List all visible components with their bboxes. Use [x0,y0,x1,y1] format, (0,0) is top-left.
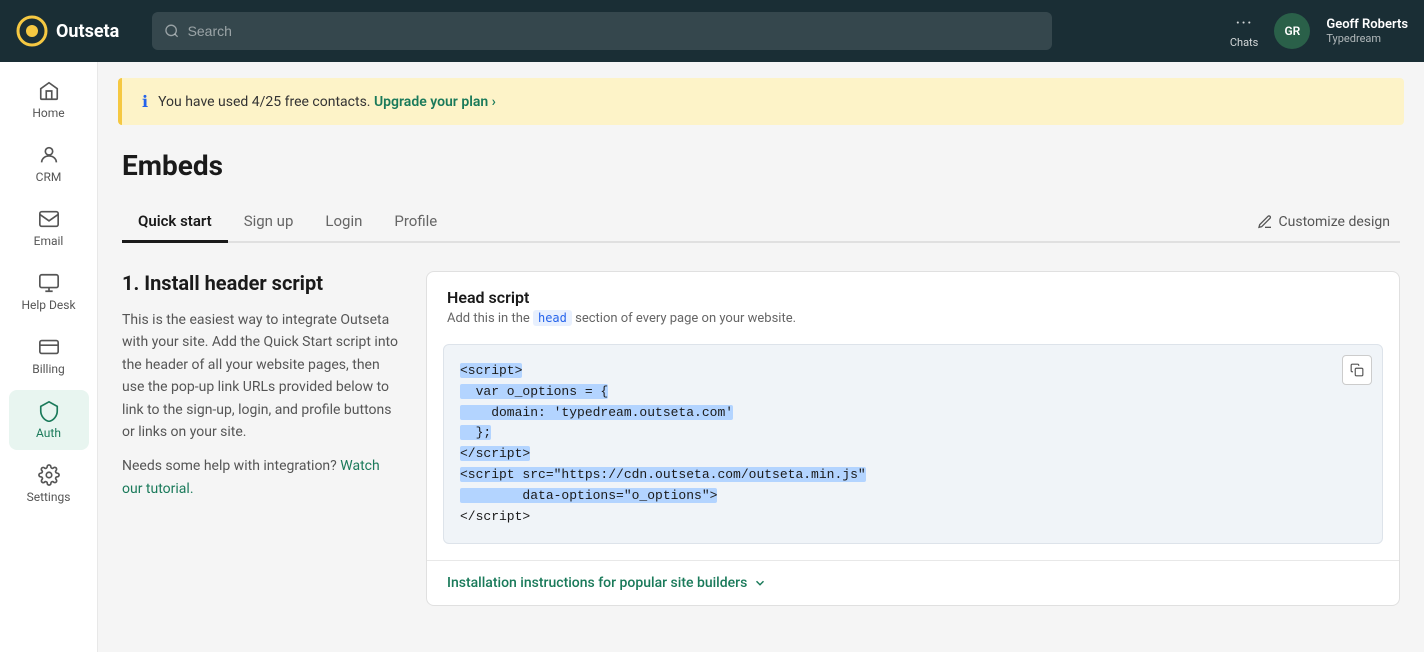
two-col-layout: 1. Install header script This is the eas… [122,271,1400,606]
crm-icon [38,144,60,166]
tab-signup[interactable]: Sign up [228,202,310,243]
copy-icon [1350,363,1364,377]
sidebar-item-home[interactable]: Home [9,70,89,130]
code-card: Head script Add this in the head section… [426,271,1400,606]
section-title: 1. Install header script [122,271,402,295]
upgrade-link[interactable]: Upgrade your plan › [374,94,496,110]
install-instructions-link[interactable]: Installation instructions for popular si… [447,575,1379,591]
chats-button[interactable]: ··· Chats [1230,13,1258,49]
code-card-subtitle: Add this in the head section of every pa… [447,311,1379,326]
pen-icon [1257,214,1273,230]
section-description: This is the easiest way to integrate Out… [122,309,402,443]
code-card-title: Head script [447,288,1379,307]
left-column: 1. Install header script This is the eas… [122,271,402,512]
sidebar-item-billing[interactable]: Billing [9,326,89,386]
tabs: Quick start Sign up Login Profile Custom… [122,202,1400,243]
head-code-tag: head [533,310,572,326]
tab-quickstart[interactable]: Quick start [122,202,228,243]
main-layout: Home CRM Email Help Desk [0,62,1424,652]
avatar[interactable]: GR [1274,13,1310,49]
logo[interactable]: Outseta [16,15,136,47]
user-info: Geoff Roberts Typedream [1326,17,1408,45]
page-content: Embeds Quick start Sign up Login Profile… [98,125,1424,630]
content: ℹ You have used 4/25 free contacts. Upgr… [98,62,1424,652]
sidebar-item-auth[interactable]: Auth [9,390,89,450]
sidebar: Home CRM Email Help Desk [0,62,98,652]
search-bar[interactable] [152,12,1052,50]
search-input[interactable] [188,23,1040,39]
upgrade-banner: ℹ You have used 4/25 free contacts. Upgr… [118,78,1404,125]
nav-right: ··· Chats GR Geoff Roberts Typedream [1230,13,1408,49]
code-card-footer: Installation instructions for popular si… [427,560,1399,605]
code-card-header: Head script Add this in the head section… [427,272,1399,334]
page-title: Embeds [122,149,1400,182]
copy-button[interactable] [1342,355,1372,385]
email-icon [38,208,60,230]
chat-icon: ··· [1236,13,1253,34]
code-block: <script> var o_options = { domain: 'type… [460,361,1366,527]
home-icon [38,80,60,102]
tab-profile[interactable]: Profile [378,202,453,243]
sidebar-item-email[interactable]: Email [9,198,89,258]
auth-icon [38,400,60,422]
billing-icon [38,336,60,358]
tab-login[interactable]: Login [309,202,378,243]
info-icon: ℹ [142,92,148,111]
sidebar-item-helpdesk[interactable]: Help Desk [9,262,89,322]
settings-icon [38,464,60,486]
sidebar-item-settings[interactable]: Settings [9,454,89,514]
search-icon [164,23,180,39]
chevron-down-icon [753,576,767,590]
right-column: Head script Add this in the head section… [426,271,1400,606]
helpdesk-icon [38,272,60,294]
customize-design-button[interactable]: Customize design [1247,208,1400,236]
sidebar-item-crm[interactable]: CRM [9,134,89,194]
tutorial-text: Needs some help with integration? Watch … [122,455,402,500]
banner-text: You have used 4/25 free contacts. Upgrad… [158,94,496,110]
code-block-wrapper: <script> var o_options = { domain: 'type… [443,344,1383,544]
topnav: Outseta ··· Chats GR Geoff Roberts Typed… [0,0,1424,62]
